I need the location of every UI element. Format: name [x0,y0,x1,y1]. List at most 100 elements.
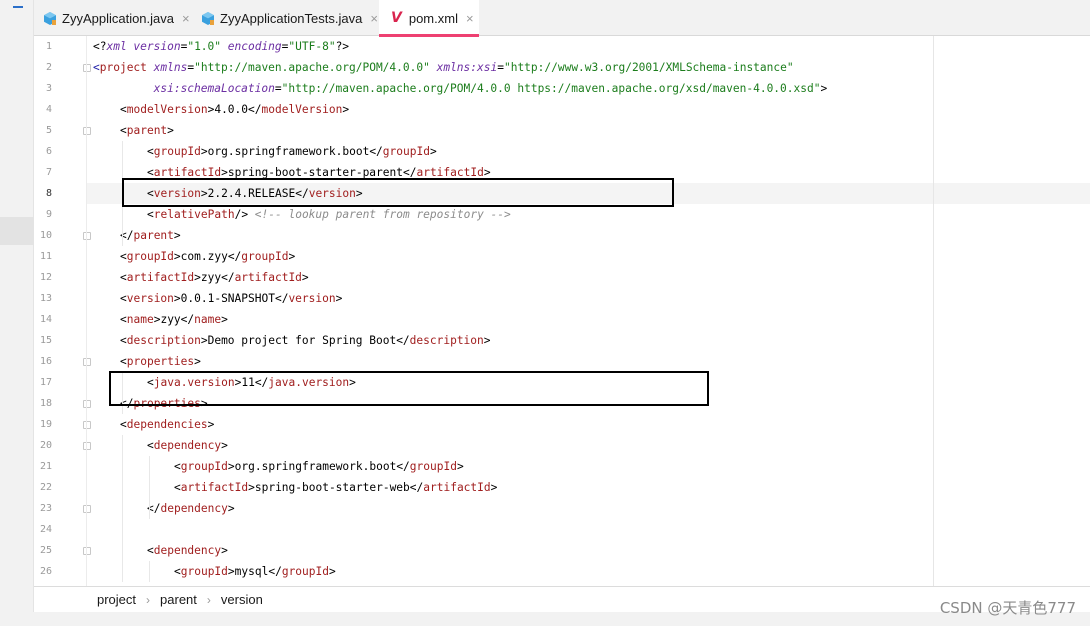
code-token: > [221,439,228,452]
code-line: </dependency> [147,498,235,519]
code-line: <dependencies> [120,414,214,435]
code-token: encoding [227,40,282,53]
line-number: 8 [45,188,52,199]
code-token: < [120,103,127,116]
code-token: description [409,334,484,347]
code-token: > [490,481,498,494]
code-token: > [194,271,201,284]
code-token: </ [221,271,235,284]
breadcrumb-separator-icon: › [206,592,211,607]
code-token: mysql [234,565,269,578]
code-line: </parent> [120,225,181,246]
code-token: < [120,250,127,263]
code-token: groupId [180,460,228,473]
maven-icon: V [391,10,402,26]
tab-zyyapplicationtests-java[interactable]: ZyyApplicationTests.java × [192,0,379,36]
code-token: > [221,313,228,326]
code-token: 0.0.1-SNAPSHOT [180,292,275,305]
code-token: project [99,61,147,74]
code-line: <dependency> [147,435,228,456]
annotation-box-java-version [109,371,709,406]
code-token: Demo project for Spring Boot [207,334,397,347]
code-token: parent [126,124,168,137]
tool-strip-selected-item[interactable] [0,217,34,245]
line-number: 20 [39,440,52,451]
code-token: "UTF-8" [288,40,336,53]
code-line: <description>Demo project for Spring Boo… [120,330,491,351]
code-token: < [147,544,154,557]
code-token: > [221,544,228,557]
code-token: < [93,61,100,74]
line-number: 19 [39,419,52,430]
code-editor[interactable]: <?xml version="1.0" encoding="UTF-8"?> <p… [87,36,1090,586]
code-token: < [120,355,127,368]
line-number: 26 [39,566,52,577]
close-icon[interactable]: × [182,11,190,26]
code-token: < [120,313,127,326]
line-number: 13 [39,293,52,304]
breadcrumb-item-parent[interactable]: parent [160,592,197,607]
code-token: org.springframework.boot [207,145,370,158]
code-line: xsi:schemaLocation="http://maven.apache.… [93,78,828,99]
code-token: parent [133,229,174,242]
code-token: > [227,502,235,515]
minimize-icon[interactable] [13,6,23,8]
code-line: <groupId>org.springframework.boot</group… [174,456,464,477]
code-token: </ [180,313,195,326]
code-token: "http://maven.apache.org/POM/4.0.0" [194,61,430,74]
breadcrumb-item-version[interactable]: version [221,592,263,607]
code-token: </ [268,565,282,578]
breadcrumb-separator-icon: › [146,592,151,607]
line-number: 25 [39,545,52,556]
code-token: dependency [160,502,228,515]
indent-guide [149,456,150,519]
code-token: > [173,292,181,305]
line-number: 5 [45,125,52,136]
line-number: 21 [39,461,52,472]
code-token: zyy [160,313,181,326]
code-token: <!-- lookup parent from repository --> [254,208,511,221]
code-token: org.springframework.boot [234,460,397,473]
breadcrumb-item-project[interactable]: project [97,592,136,607]
code-token: modelVersion [126,103,208,116]
code-token: artifactId [234,271,302,284]
code-token: xsi:schemaLocation [153,82,275,95]
tab-pom-xml[interactable]: Vpom.xml × [379,0,479,37]
code-token: > [820,82,828,95]
tab-label: pom.xml [408,10,458,26]
code-line: <artifactId>spring-boot-starter-web</art… [174,477,497,498]
code-token: > [342,103,350,116]
code-token: < [147,145,154,158]
code-token: dependencies [126,418,208,431]
line-number: 6 [45,146,52,157]
code-token: "1.0" [187,40,222,53]
code-token: version [288,292,336,305]
code-token: > [288,250,296,263]
line-number: 7 [45,167,52,178]
tab-zyyapplication-java[interactable]: ZyyApplication.java × [34,0,192,36]
line-number: 10 [39,230,52,241]
close-icon[interactable]: × [370,11,378,26]
left-tool-strip [0,0,34,626]
code-token: < [120,124,127,137]
code-token: < [147,208,154,221]
code-token: > [173,250,181,263]
line-number: 18 [39,398,52,409]
line-number: 22 [39,482,52,493]
code-token: groupId [241,250,289,263]
code-line: <groupId>mysql</groupId> [174,561,336,582]
code-token: > [207,418,215,431]
line-number: 16 [39,356,52,367]
code-token: </ [274,292,289,305]
code-token: </ [227,250,242,263]
code-token: groupId [409,460,457,473]
code-token: relativePath [153,208,235,221]
line-number: 12 [39,272,52,283]
code-token: dependency [153,544,222,557]
close-icon[interactable]: × [466,11,474,26]
code-token: > [227,460,235,473]
bottom-strip [0,612,1090,626]
code-token: > [200,145,208,158]
